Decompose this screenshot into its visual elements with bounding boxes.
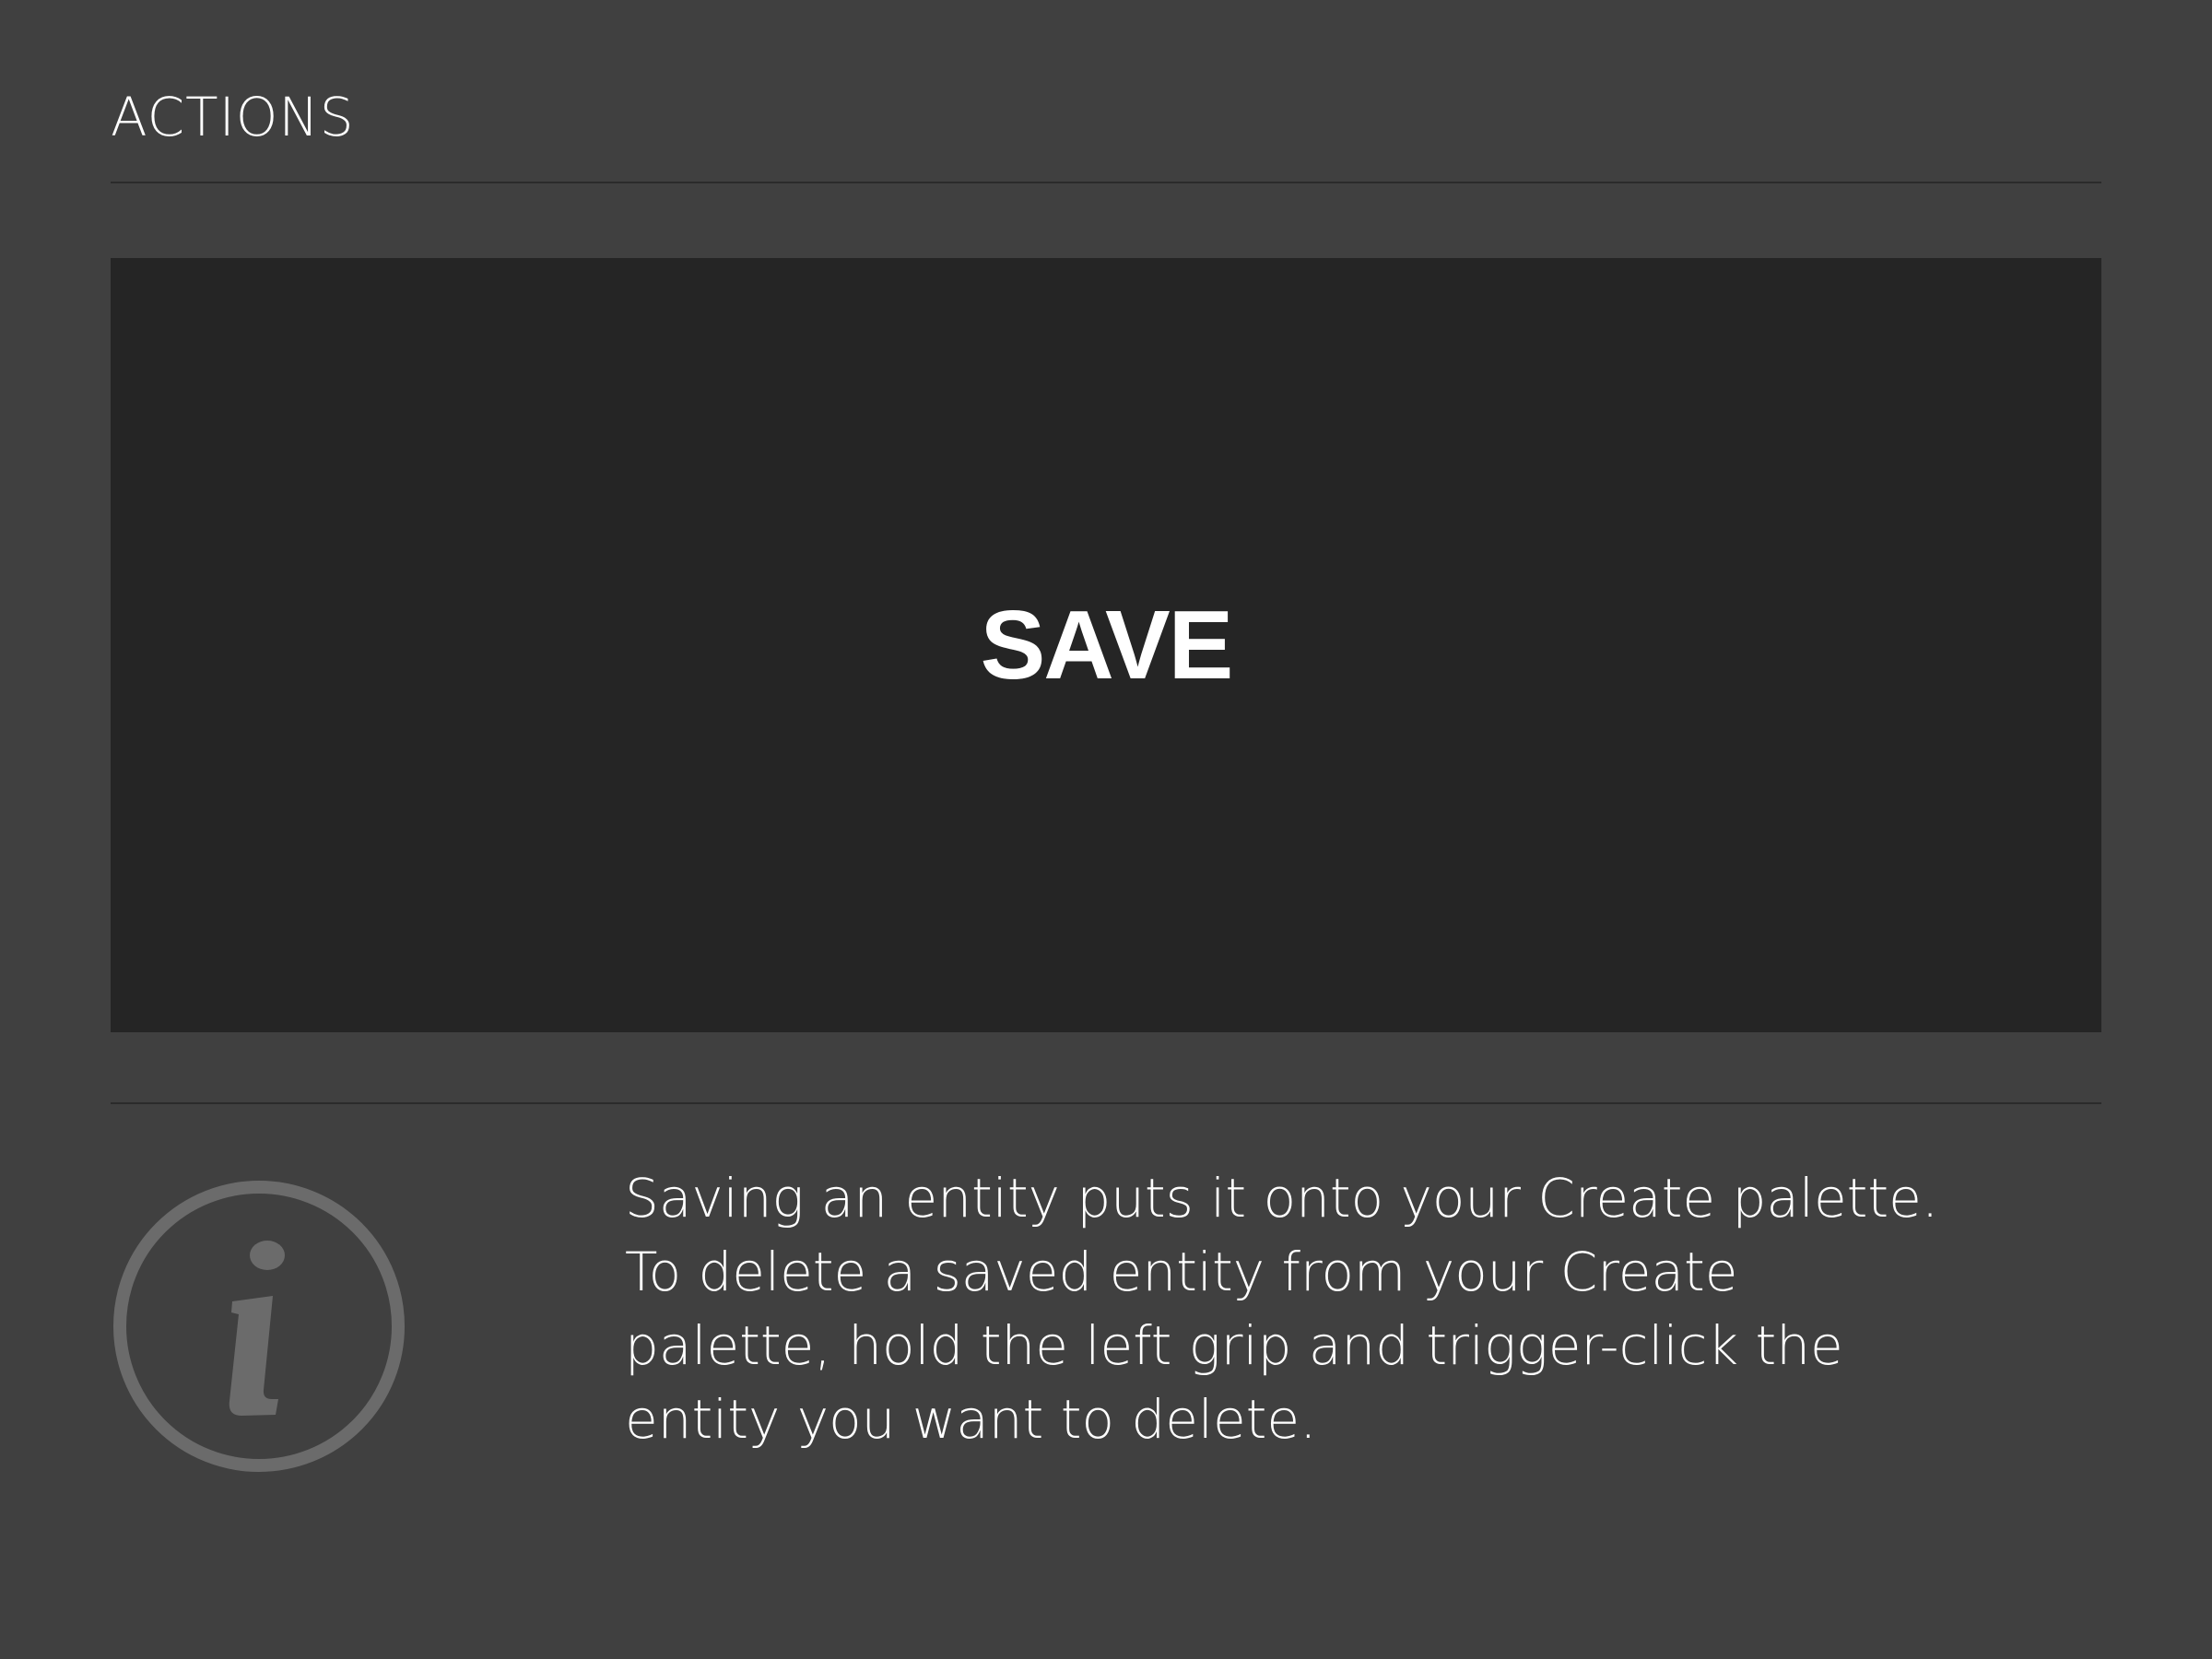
info-text: Saving an entity puts it onto your Creat… [625,1161,2007,1456]
info-line: palette, hold the left grip and trigger-… [625,1314,1843,1377]
save-button-label: SAVE [980,591,1234,700]
section-title: ACTIONS [111,86,355,148]
bottom-divider [111,1102,2101,1104]
info-line: entity you want to delete. [625,1388,1317,1451]
top-divider [111,182,2101,183]
info-line: To delete a saved entity from your Creat… [625,1241,1738,1303]
actions-panel: ACTIONS SAVE Saving an entity puts it on… [0,0,2212,1659]
info-line: Saving an entity puts it onto your Creat… [625,1167,1939,1230]
info-icon [111,1178,407,1475]
save-button[interactable]: SAVE [111,258,2101,1032]
